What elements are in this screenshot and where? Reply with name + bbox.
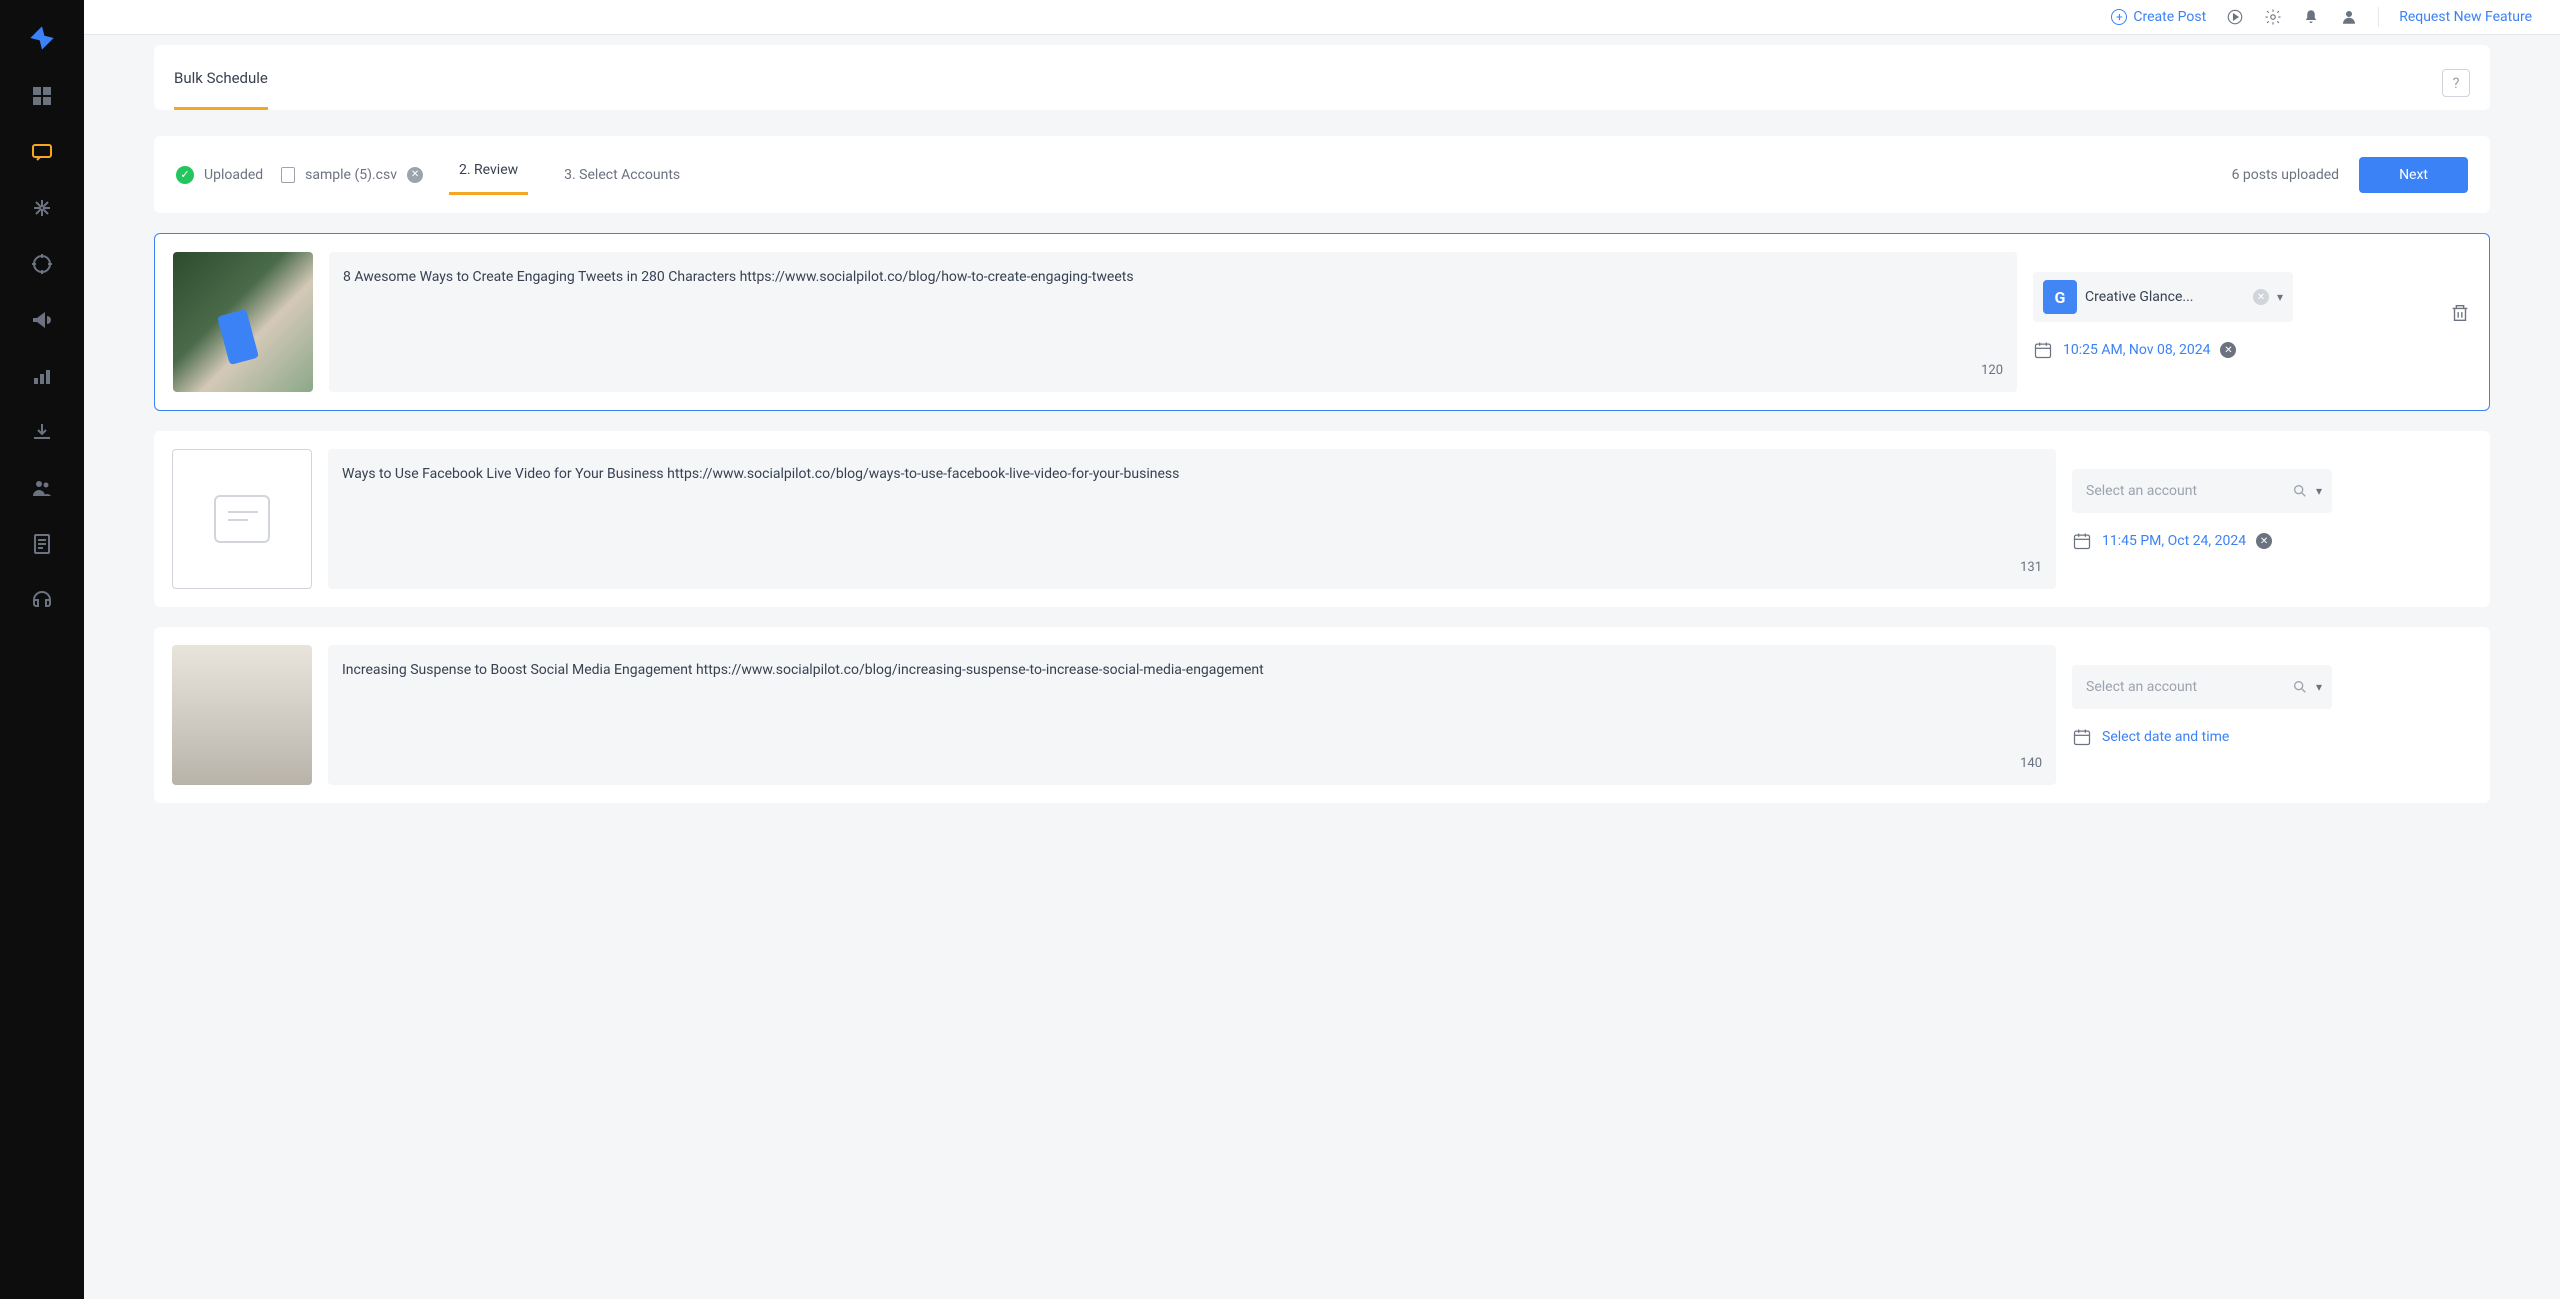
- account-placeholder: Select an account: [2082, 673, 2284, 701]
- post-content: Increasing Suspense to Boost Social Medi…: [328, 645, 2056, 785]
- file-name: sample (5).csv: [305, 167, 397, 183]
- post-text: Increasing Suspense to Boost Social Medi…: [342, 659, 2042, 683]
- calendar-icon: [2033, 340, 2053, 360]
- calendar-icon: [2072, 531, 2092, 551]
- analytics-icon[interactable]: [30, 364, 54, 388]
- gear-icon[interactable]: [2264, 8, 2282, 26]
- post-meta: Select an account ▾ 11:45 PM, Oct 24, 20…: [2072, 449, 2472, 551]
- chevron-down-icon: ▾: [2277, 290, 2283, 304]
- datetime-text[interactable]: Select date and time: [2102, 729, 2229, 745]
- plus-icon: +: [2111, 9, 2127, 25]
- support-icon[interactable]: [30, 588, 54, 612]
- post-content: Ways to Use Facebook Live Video for Your…: [328, 449, 2056, 589]
- dashboard-icon[interactable]: [30, 84, 54, 108]
- char-count: 131: [342, 560, 2042, 575]
- upload-count: 6 posts uploaded: [2232, 167, 2340, 183]
- topbar: + Create Post Request New Feature: [84, 0, 2560, 35]
- account-placeholder: Select an account: [2082, 477, 2284, 505]
- post-card[interactable]: Ways to Use Facebook Live Video for Your…: [154, 431, 2490, 607]
- request-feature-link[interactable]: Request New Feature: [2399, 9, 2532, 25]
- char-count: 120: [343, 363, 2003, 378]
- create-post-button[interactable]: + Create Post: [2111, 9, 2206, 25]
- account-badge-icon: G: [2043, 280, 2077, 314]
- step-select-accounts[interactable]: 3. Select Accounts: [554, 159, 690, 191]
- play-icon[interactable]: [2226, 8, 2244, 26]
- steps-card: ✓ Uploaded sample (5).csv ✕ 2. Review 3.…: [154, 136, 2490, 213]
- datetime-text[interactable]: 10:25 AM, Nov 08, 2024: [2063, 342, 2210, 358]
- message-icon[interactable]: [30, 140, 54, 164]
- document-icon[interactable]: [30, 532, 54, 556]
- remove-file-button[interactable]: ✕: [407, 167, 423, 183]
- calendar-icon: [2072, 727, 2092, 747]
- connect-icon[interactable]: [30, 196, 54, 220]
- chevron-down-icon: ▾: [2316, 680, 2322, 694]
- account-select[interactable]: Select an account ▾: [2072, 469, 2332, 513]
- next-button[interactable]: Next: [2359, 157, 2468, 193]
- team-icon[interactable]: [30, 476, 54, 500]
- datetime-row: 11:45 PM, Oct 24, 2024 ✕: [2072, 531, 2472, 551]
- post-thumbnail-empty: [172, 449, 312, 589]
- post-meta: G Creative Glance... ✕ ▾ 10:25 AM, Nov 0…: [2033, 252, 2433, 360]
- post-card[interactable]: 8 Awesome Ways to Create Engaging Tweets…: [154, 233, 2490, 411]
- clear-datetime-button[interactable]: ✕: [2256, 533, 2272, 549]
- account-select[interactable]: G Creative Glance... ✕ ▾: [2033, 272, 2293, 322]
- steps-left: ✓ Uploaded sample (5).csv ✕ 2. Review 3.…: [176, 154, 690, 195]
- check-icon: ✓: [176, 166, 194, 184]
- post-thumbnail: [173, 252, 313, 392]
- user-icon[interactable]: [2340, 8, 2358, 26]
- account-select[interactable]: Select an account ▾: [2072, 665, 2332, 709]
- datetime-text[interactable]: 11:45 PM, Oct 24, 2024: [2102, 533, 2246, 549]
- post-text: Ways to Use Facebook Live Video for Your…: [342, 463, 2042, 487]
- clear-account-button[interactable]: ✕: [2253, 289, 2269, 305]
- trash-icon[interactable]: [2449, 302, 2471, 324]
- datetime-row: Select date and time: [2072, 727, 2472, 747]
- step-uploaded-label: Uploaded: [204, 167, 263, 183]
- content-wrap: Bulk Schedule ? ✓ Uploaded sample (5).cs…: [84, 35, 2560, 843]
- search-icon: [2292, 679, 2308, 695]
- title-card: Bulk Schedule ?: [154, 45, 2490, 110]
- post-content: 8 Awesome Ways to Create Engaging Tweets…: [329, 252, 2017, 392]
- page-title-tab[interactable]: Bulk Schedule: [174, 69, 268, 110]
- file-icon: [281, 167, 295, 183]
- steps-right: 6 posts uploaded Next: [2232, 157, 2468, 193]
- download-icon[interactable]: [30, 420, 54, 444]
- placeholder-icon: [214, 495, 270, 543]
- account-name: Creative Glance...: [2085, 289, 2245, 305]
- target-icon[interactable]: [30, 252, 54, 276]
- clear-datetime-button[interactable]: ✕: [2220, 342, 2236, 358]
- chevron-down-icon: ▾: [2316, 484, 2322, 498]
- create-post-label: Create Post: [2133, 9, 2206, 25]
- help-icon[interactable]: ?: [2442, 69, 2470, 97]
- sidebar: [0, 0, 84, 1299]
- logo-icon: [28, 24, 56, 52]
- divider: [2378, 7, 2379, 27]
- main-content: + Create Post Request New Feature Bulk S…: [84, 0, 2560, 1299]
- post-meta: Select an account ▾ Select date and time: [2072, 645, 2472, 747]
- post-card[interactable]: Increasing Suspense to Boost Social Medi…: [154, 627, 2490, 803]
- search-icon: [2292, 483, 2308, 499]
- post-text: 8 Awesome Ways to Create Engaging Tweets…: [343, 266, 2003, 290]
- megaphone-icon[interactable]: [30, 308, 54, 332]
- char-count: 140: [342, 756, 2042, 771]
- bell-icon[interactable]: [2302, 8, 2320, 26]
- step-review[interactable]: 2. Review: [449, 154, 528, 195]
- datetime-row: 10:25 AM, Nov 08, 2024 ✕: [2033, 340, 2433, 360]
- post-thumbnail: [172, 645, 312, 785]
